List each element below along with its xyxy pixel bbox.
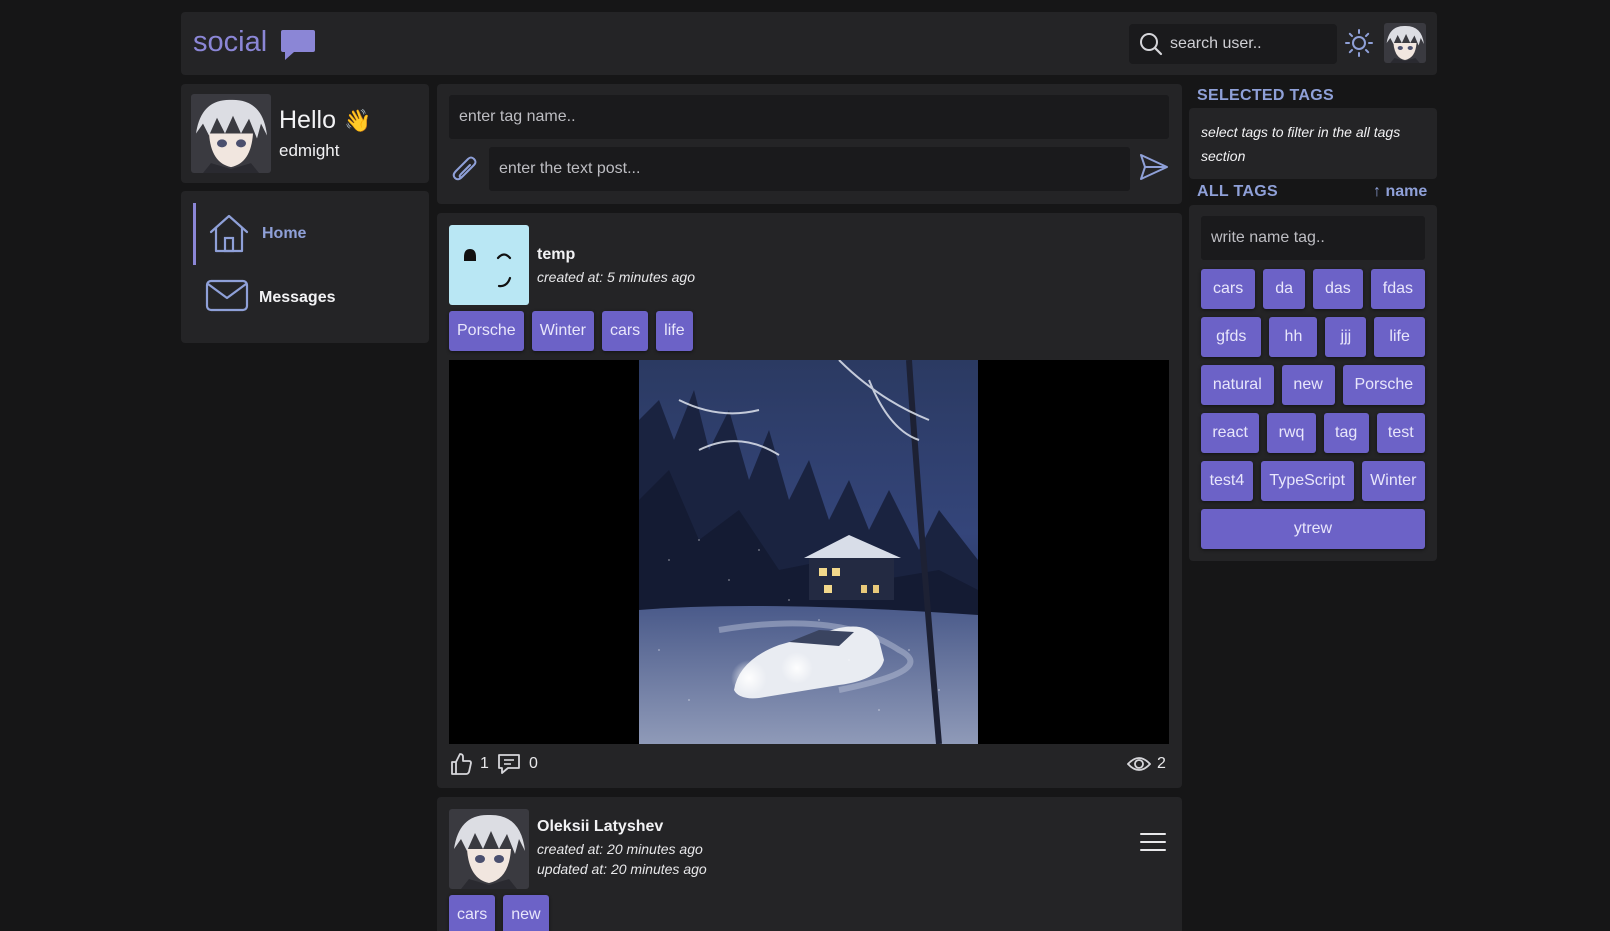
tag-chip[interactable]: das [1313,269,1363,309]
logo-text[interactable]: social [193,26,267,59]
tag-chip[interactable]: test [1376,413,1426,453]
tag-chip[interactable]: Winter [1361,461,1425,501]
tag-chip[interactable]: gfds [1201,317,1262,357]
post-composer [437,84,1182,204]
tag-chip[interactable]: new [1281,365,1335,405]
selected-tags-hint: select tags to filter in the all tags se… [1201,124,1401,164]
like-icon[interactable] [449,752,473,781]
tag-chip[interactable]: rwq [1267,413,1316,453]
tag-row: react rwq tag test [1201,413,1426,453]
post-created-at: created at: 20 minutes ago [537,841,703,857]
waving-hand-icon: 👋 [344,108,372,133]
sidebar-nav: Home Messages [181,191,429,343]
post-card: temp created at: 5 minutes ago Porsche W… [437,213,1182,788]
sort-by-name-toggle[interactable]: ↑ name [1373,183,1427,201]
tag-chip[interactable]: new [503,895,549,931]
sidebar-item-messages[interactable]: Messages [193,267,419,329]
sidebar-item-label: Home [262,225,307,242]
tag-chip[interactable]: react [1201,413,1260,453]
all-tags-grid: cars da das fdas gfds hh jjj life natura… [1201,269,1426,557]
post-image[interactable] [449,360,1169,744]
home-icon [208,213,250,258]
tag-row: cars da das fdas [1201,269,1426,309]
like-count: 1 [480,755,489,772]
tag-chip[interactable]: da [1263,269,1305,309]
tag-row: test4 TypeScript Winter [1201,461,1425,501]
greeting-text: Hello [279,106,336,134]
post-tags: cars new [449,895,549,931]
tag-chip[interactable]: life [656,311,693,351]
comment-count: 0 [529,755,538,772]
send-icon[interactable] [1139,153,1169,186]
tag-chip[interactable]: Porsche [1342,365,1425,405]
selected-tags-panel: select tags to filter in the all tags se… [1189,108,1437,179]
avatar[interactable] [449,809,529,889]
post-card: Oleksii Latyshev created at: 20 minutes … [437,797,1182,931]
winter-car-photo [639,360,978,744]
tag-name-input[interactable] [449,95,1169,139]
post-tags: Porsche Winter cars life [449,311,693,351]
profile-card: Hello 👋 edmight [181,84,429,183]
tag-row: natural new Porsche [1201,365,1425,405]
tag-chip[interactable]: TypeScript [1260,461,1354,501]
tag-chip[interactable]: Winter [531,311,594,351]
tag-chip[interactable]: life [1374,317,1425,357]
chat-bubble-logo-icon [280,28,316,67]
tag-chip[interactable]: tag [1323,413,1369,453]
avatar[interactable] [449,225,529,305]
search-user-input[interactable] [1170,24,1330,64]
avatar[interactable] [1384,23,1426,63]
all-tags-title: ALL TAGS [1197,183,1278,200]
mail-icon [205,277,249,318]
post-author[interactable]: Oleksii Latyshev [537,818,663,836]
tag-chip[interactable]: test4 [1201,461,1253,501]
username: edmight [279,141,340,160]
comment-icon[interactable] [497,752,521,781]
post-author[interactable]: temp [537,246,575,264]
sidebar-item-label: Messages [259,289,336,306]
tag-chip[interactable]: jjj [1325,317,1367,357]
view-count: 2 [1157,755,1166,772]
tag-filter-input[interactable] [1201,216,1425,260]
all-tags-panel: cars da das fdas gfds hh jjj life natura… [1189,205,1437,561]
post-created-at: created at: 5 minutes ago [537,269,695,285]
tag-chip[interactable]: natural [1201,365,1274,405]
paperclip-attach-icon[interactable] [451,154,479,191]
tag-chip[interactable]: cars [601,311,649,351]
hamburger-menu-icon[interactable] [1140,832,1166,857]
post-updated-at: updated at: 20 minutes ago [537,861,707,877]
tag-chip[interactable]: Porsche [449,311,524,351]
search-box [1129,24,1337,64]
top-header: social [181,12,1437,75]
eye-views-icon [1126,753,1152,780]
post-actions: 1 0 2 [449,752,1169,778]
tag-chip[interactable]: cars [1201,269,1256,309]
tag-chip[interactable]: hh [1269,317,1318,357]
tag-row: ytrew [1201,509,1425,549]
selected-tags-title: SELECTED TAGS [1197,87,1334,104]
sidebar-item-home[interactable]: Home [193,203,419,265]
tag-row: gfds hh jjj life [1201,317,1425,357]
sun-theme-toggle-icon[interactable] [1345,29,1373,62]
avatar[interactable] [191,94,271,173]
tag-chip[interactable]: ytrew [1201,509,1425,549]
post-text-input[interactable] [489,147,1130,191]
search-icon [1139,32,1163,61]
tag-chip[interactable]: cars [449,895,496,931]
tag-chip[interactable]: fdas [1370,269,1426,309]
